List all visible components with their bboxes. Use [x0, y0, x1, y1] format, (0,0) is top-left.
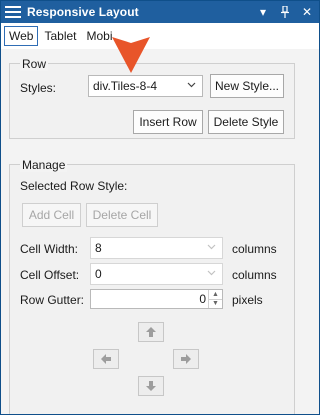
title-bar: Responsive Layout ▾ ✕ — [1, 1, 319, 23]
window-title: Responsive Layout — [27, 5, 139, 19]
chevron-down-icon — [207, 268, 216, 279]
manage-group-title: Manage — [20, 158, 68, 172]
row-gutter-stepper[interactable]: ▲ ▼ — [208, 290, 222, 308]
cell-width-label: Cell Width: — [20, 242, 79, 256]
panel-content: Row Styles: div.Tiles-8-4 New Style... I… — [1, 49, 319, 414]
delete-cell-button[interactable]: Delete Cell — [86, 203, 158, 227]
add-cell-button[interactable]: Add Cell — [22, 203, 81, 227]
arrow-left-icon — [101, 354, 111, 364]
responsive-layout-window: Responsive Layout ▾ ✕ Web Tablet Mobi Ro… — [0, 0, 320, 415]
insert-row-button[interactable]: Insert Row — [133, 110, 203, 134]
scrollbar[interactable] — [313, 49, 319, 414]
move-right-button[interactable] — [173, 349, 199, 369]
cell-offset-unit: columns — [232, 268, 277, 282]
styles-label: Styles: — [20, 81, 57, 95]
row-gutter-unit: pixels — [232, 293, 263, 307]
delete-style-button[interactable]: Delete Style — [208, 110, 284, 134]
pin-icon[interactable] — [277, 3, 293, 21]
cell-offset-label: Cell Offset: — [20, 268, 80, 282]
row-group-title: Row — [20, 57, 49, 71]
chevron-down-icon — [207, 242, 216, 253]
tab-tablet[interactable]: Tablet — [40, 26, 80, 46]
cell-offset-select[interactable]: 0 — [90, 263, 223, 285]
row-gutter-label: Row Gutter: — [20, 293, 85, 307]
cell-width-select[interactable]: 8 — [90, 237, 223, 259]
pointer-arrow-icon — [112, 37, 150, 73]
cell-width-unit: columns — [232, 242, 277, 256]
row-group: Row Styles: div.Tiles-8-4 New Style... I… — [9, 57, 295, 139]
selected-row-style-label: Selected Row Style: — [20, 179, 128, 193]
new-style-button[interactable]: New Style... — [210, 74, 284, 98]
cell-width-value: 8 — [95, 241, 102, 255]
styles-select[interactable]: div.Tiles-8-4 — [88, 75, 203, 97]
arrow-right-icon — [181, 354, 191, 364]
arrow-up-icon — [146, 327, 156, 337]
close-icon[interactable]: ✕ — [299, 3, 315, 21]
tab-bar: Web Tablet Mobi — [1, 23, 319, 49]
title-controls: ▾ ✕ — [255, 1, 315, 23]
dropdown-icon[interactable]: ▾ — [255, 3, 271, 21]
spin-down-icon[interactable]: ▼ — [209, 300, 222, 309]
move-down-button[interactable] — [138, 376, 164, 396]
move-up-button[interactable] — [138, 322, 164, 342]
manage-group: Manage Selected Row Style: Add Cell Dele… — [9, 158, 295, 414]
tab-web[interactable]: Web — [4, 26, 39, 46]
row-gutter-value: 0 — [199, 292, 206, 306]
row-gutter-input[interactable]: 0 ▲ ▼ — [90, 289, 223, 309]
chevron-down-icon — [187, 80, 196, 91]
styles-select-value: div.Tiles-8-4 — [93, 79, 158, 93]
move-left-button[interactable] — [93, 349, 119, 369]
cell-offset-value: 0 — [95, 267, 102, 281]
menu-icon[interactable] — [5, 6, 21, 18]
spin-up-icon[interactable]: ▲ — [209, 290, 222, 300]
arrow-down-icon — [146, 381, 156, 391]
